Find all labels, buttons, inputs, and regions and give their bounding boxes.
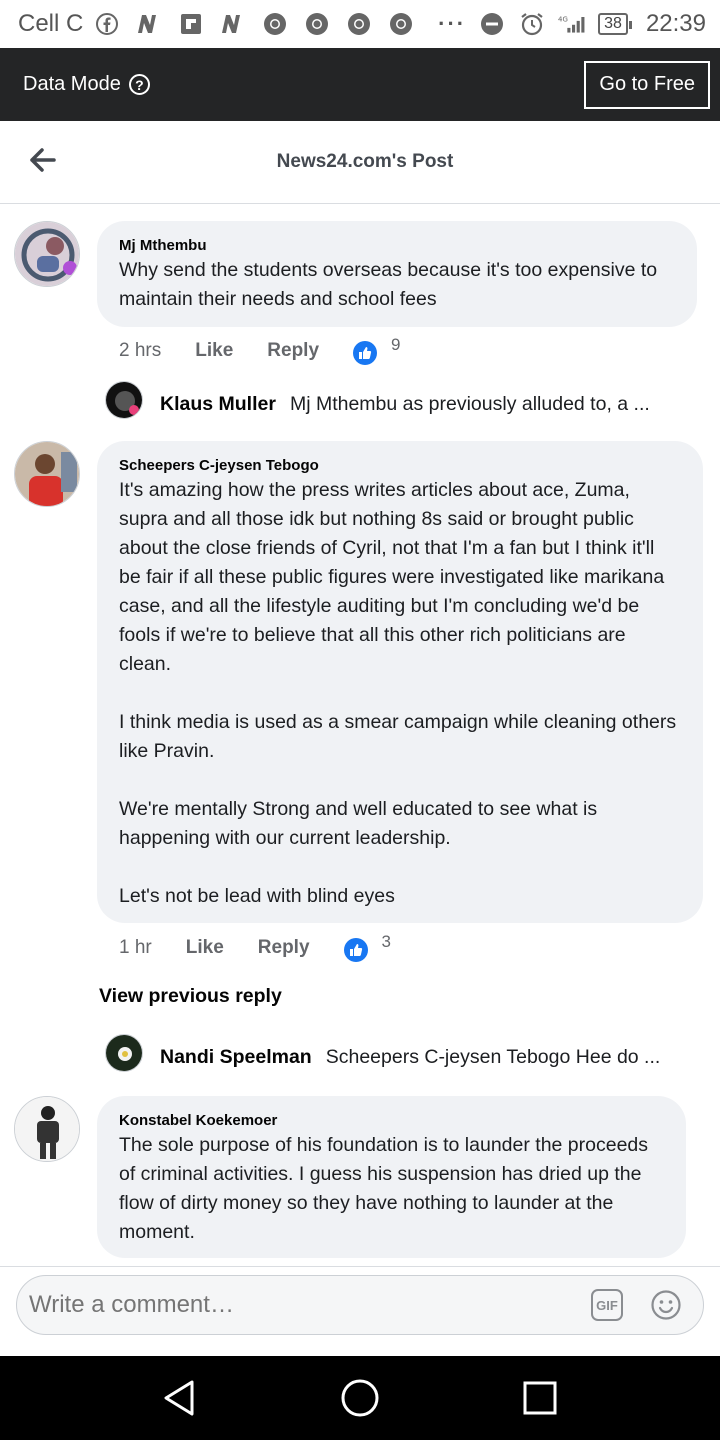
- comment-bubble: Mj Mthembu Why send the students oversea…: [97, 221, 697, 327]
- post-header: News24.com's Post: [0, 121, 720, 204]
- reply-author[interactable]: Nandi Speelman: [160, 1046, 312, 1069]
- data-mode-bar: Data Mode ? Go to Free: [0, 48, 720, 121]
- data-mode-label: Data Mode: [23, 73, 121, 95]
- reply-preview[interactable]: Klaus Muller Mj Mthembu as previously al…: [160, 393, 700, 416]
- comment-bubble: Konstabel Koekemoer The sole purpose of …: [97, 1096, 686, 1258]
- gif-button[interactable]: GIF: [591, 1289, 623, 1321]
- chrome-icon: [303, 10, 331, 38]
- comment-author[interactable]: Konstabel Koekemoer: [119, 1112, 664, 1129]
- thumbs-up-icon[interactable]: [353, 341, 378, 365]
- view-previous-reply-link[interactable]: View previous reply: [99, 985, 282, 1008]
- chrome-icon: [261, 10, 289, 38]
- reaction-count[interactable]: 9: [391, 335, 400, 355]
- comment-author[interactable]: Scheepers C-jeysen Tebogo: [119, 457, 681, 474]
- reply-snippet[interactable]: Scheepers C-jeysen Tebogo Hee do ...: [326, 1046, 661, 1069]
- battery-indicator: 38: [598, 13, 632, 35]
- like-button[interactable]: Like: [186, 937, 224, 959]
- more-notifications-icon: ···: [438, 11, 467, 36]
- recents-nav-icon[interactable]: [518, 1376, 562, 1420]
- avatar[interactable]: [105, 1034, 143, 1072]
- comment-bubble: Scheepers C-jeysen Tebogo It's amazing h…: [97, 441, 703, 923]
- signal-icon: 4G: [558, 10, 586, 38]
- reply-snippet[interactable]: Mj Mthembu as previously alluded to, a .…: [290, 393, 650, 416]
- comment-text: The sole purpose of his foundation is to…: [119, 1134, 654, 1243]
- notification-icons: [93, 10, 415, 38]
- chrome-icon: [345, 10, 373, 38]
- go-to-free-button[interactable]: Go to Free: [584, 60, 710, 109]
- comment-composer: GIF: [0, 1266, 720, 1356]
- news-n-icon: [135, 10, 163, 38]
- comments-list[interactable]: Mj Mthembu Why send the students oversea…: [0, 204, 720, 1266]
- back-arrow-icon[interactable]: [28, 145, 58, 175]
- do-not-disturb-icon: [478, 10, 506, 38]
- reply-preview[interactable]: Nandi Speelman Scheepers C-jeysen Tebogo…: [160, 1046, 700, 1069]
- page-title: News24.com's Post: [276, 151, 454, 172]
- back-nav-icon[interactable]: [158, 1376, 202, 1420]
- avatar[interactable]: [14, 1096, 80, 1162]
- avatar[interactable]: [105, 381, 143, 419]
- help-icon[interactable]: ?: [128, 74, 150, 95]
- reply-button[interactable]: Reply: [267, 340, 319, 362]
- comment-actions: 1 hr Like Reply 3: [119, 932, 391, 962]
- comment-text: It's amazing how the press writes articl…: [119, 479, 677, 907]
- reply-button[interactable]: Reply: [258, 937, 310, 959]
- reaction-count[interactable]: 3: [382, 932, 391, 952]
- system-nav-bar: [0, 1356, 720, 1440]
- comment-author[interactable]: Mj Mthembu: [119, 237, 675, 254]
- status-bar: Cell C ··· 4G 38 22:39: [0, 0, 720, 48]
- carrier-label: Cell C: [18, 10, 84, 37]
- avatar[interactable]: [14, 221, 80, 287]
- facebook-icon: [93, 10, 121, 38]
- avatar[interactable]: [14, 441, 80, 507]
- like-button[interactable]: Like: [195, 340, 233, 362]
- flipboard-icon: [177, 10, 205, 38]
- comment-time[interactable]: 1 hr: [119, 937, 152, 959]
- comment-time[interactable]: 2 hrs: [119, 340, 161, 362]
- home-nav-icon[interactable]: [338, 1376, 382, 1420]
- alarm-icon: [518, 10, 546, 38]
- chrome-icon: [387, 10, 415, 38]
- emoji-icon[interactable]: [650, 1289, 682, 1321]
- comment-actions: 2 hrs Like Reply 9: [119, 335, 401, 365]
- comment-text: Why send the students overseas because i…: [119, 259, 663, 310]
- reply-author[interactable]: Klaus Muller: [160, 393, 276, 416]
- news-n-icon: [219, 10, 247, 38]
- svg-text:4G: 4G: [558, 16, 568, 24]
- clock: 22:39: [645, 10, 706, 37]
- thumbs-up-icon[interactable]: [343, 938, 368, 962]
